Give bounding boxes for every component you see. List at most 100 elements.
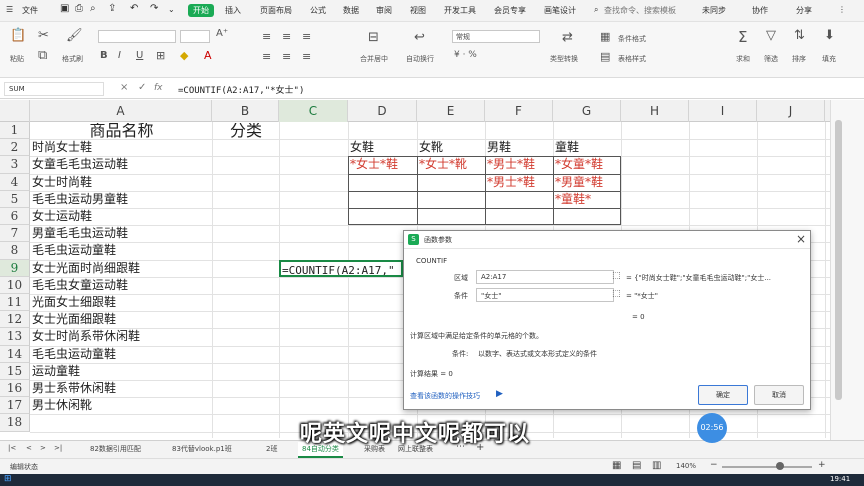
windows-start-icon[interactable]: ⊞ [4,474,12,484]
zoom-slider-thumb[interactable] [776,462,784,470]
tab-developer[interactable]: 开发工具 [444,5,476,16]
redo-icon[interactable]: ↷ [150,3,158,14]
cell-a9[interactable]: 女士光面时尚细跟鞋 [32,261,211,276]
sheet-tab-2[interactable]: 83代替vlook.p1班 [172,444,232,454]
tab-insert[interactable]: 插入 [225,5,241,16]
preview-icon[interactable]: ⌕ [90,3,96,14]
currency-icon[interactable]: ¥ · % [454,50,477,60]
menu-file[interactable]: 文件 [22,5,38,16]
row-header[interactable]: 8 [0,242,30,260]
align-right-icon[interactable]: ≡ [302,50,311,63]
cell-a8[interactable]: 毛毛虫运动童鞋 [32,243,211,258]
cell-a10[interactable]: 毛毛虫女童运动鞋 [32,278,211,293]
row-header[interactable]: 4 [0,173,30,191]
col-header-h[interactable]: H [621,100,689,122]
border-icon[interactable]: ⊞ [156,49,165,62]
cut-icon[interactable]: ✂ [38,28,49,43]
formula-input[interactable]: =COUNTIF(A2:A17,"*女士") [178,83,304,96]
normal-view-icon[interactable]: ▦ [612,460,621,471]
align-center-icon[interactable]: ≡ [282,50,291,63]
timer-badge[interactable]: 02:56 [697,413,727,443]
sheet-tab-3[interactable]: 2班 [266,444,277,454]
format-painter-icon[interactable]: 🖌 [66,28,83,43]
tab-start[interactable]: 开始 [188,4,214,17]
row-header[interactable]: 18 [0,414,30,432]
tab-view[interactable]: 视图 [410,5,426,16]
font-size-select[interactable] [180,30,210,43]
col-header-i[interactable]: I [689,100,757,122]
video-icon[interactable]: ▶ [496,389,503,399]
bold-icon[interactable]: B [100,50,108,61]
paste-icon[interactable]: 📋 [10,28,26,43]
vertical-scrollbar-track[interactable] [830,100,864,440]
row-header[interactable]: 15 [0,362,30,380]
command-search[interactable]: 查找命令、搜索模板 [604,5,676,16]
tab-page-layout[interactable]: 页面布局 [260,5,292,16]
sheet-tab-1[interactable]: 82数据引用匹配 [90,444,141,454]
close-icon[interactable]: × [796,232,806,246]
align-top-icon[interactable]: ≡ [262,30,271,43]
col-header-g[interactable]: G [553,100,621,122]
tab-data[interactable]: 数据 [343,5,359,16]
tab-formula[interactable]: 公式 [310,5,326,16]
cell-a12[interactable]: 女士光面细跟鞋 [32,312,211,327]
help-link[interactable]: 查看该函数的操作技巧 [410,391,480,401]
cell-a11[interactable]: 光面女士细跟鞋 [32,295,211,310]
font-grow-icon[interactable]: A⁺ [216,28,228,39]
cell-a3[interactable]: 女童毛毛虫运动鞋 [32,157,211,172]
sort-icon[interactable]: ⇅ [794,28,805,43]
col-header-d[interactable]: D [348,100,417,122]
tab-member[interactable]: 会员专享 [494,5,526,16]
cancel-edit-icon[interactable]: × [120,82,128,93]
row-header[interactable]: 12 [0,311,30,329]
page-layout-icon[interactable]: ▤ [632,460,641,471]
page-break-icon[interactable]: ▥ [652,460,661,471]
cell-a13[interactable]: 女士时尚系带休闲鞋 [32,329,211,344]
cell-c9-active[interactable]: =COUNTIF(A2:A17," [279,259,403,277]
print-icon[interactable]: ⎙ [75,3,83,14]
merge-label[interactable]: 合并居中 [360,54,388,64]
fx-icon[interactable]: fx [154,83,163,93]
cell-b1[interactable]: 分类 [214,123,278,138]
row-header[interactable]: 3 [0,156,30,174]
row-header[interactable]: 13 [0,328,30,346]
sync-status[interactable]: 未同步 [702,5,726,16]
save-icon[interactable]: ▣ [60,3,69,14]
cell-e2[interactable]: 女靴 [419,140,484,155]
cell-f2[interactable]: 男鞋 [487,140,552,155]
row-header[interactable]: 17 [0,397,30,415]
cell-a5[interactable]: 毛毛虫运动男童鞋 [32,192,211,207]
font-name-select[interactable] [98,30,176,43]
fill-icon[interactable]: ⬇ [824,28,835,43]
vertical-scrollbar-thumb[interactable] [835,120,842,400]
share-button[interactable]: 分享 [796,5,812,16]
italic-icon[interactable]: I [118,50,121,61]
cell-a1[interactable]: 商品名称 [32,123,211,138]
chevron-down-icon[interactable]: ⌄ [168,5,175,14]
tab-review[interactable]: 审阅 [376,5,392,16]
zoom-level[interactable]: 140% [676,462,696,470]
type-convert-label[interactable]: 类型转换 [550,54,578,64]
filter-label[interactable]: 筛选 [764,54,778,64]
sort-label[interactable]: 排序 [792,54,806,64]
cond-format-label[interactable]: 条件格式 [618,34,646,44]
cell-a6[interactable]: 女士运动鞋 [32,209,211,224]
cell-d2[interactable]: 女鞋 [350,140,416,155]
ok-button[interactable]: 确定 [698,385,748,405]
row-header[interactable]: 16 [0,380,30,398]
sum-label[interactable]: 求和 [736,54,750,64]
col-header-a[interactable]: A [30,100,212,122]
font-color-icon[interactable]: A [204,49,212,62]
align-left-icon[interactable]: ≡ [262,50,271,63]
range-input[interactable]: A2:A17 [476,270,614,284]
row-header[interactable]: 10 [0,276,30,294]
col-header-b[interactable]: B [212,100,279,122]
col-header-e[interactable]: E [417,100,485,122]
cell-a17[interactable]: 男士休闲靴 [32,398,211,413]
first-sheet-icon[interactable]: |< [8,444,16,452]
fill-label[interactable]: 填充 [822,54,836,64]
cell-g2[interactable]: 童鞋 [555,140,620,155]
wrap-label[interactable]: 自动换行 [406,54,434,64]
confirm-edit-icon[interactable]: ✓ [138,82,146,93]
prev-sheet-icon[interactable]: < [26,444,32,452]
